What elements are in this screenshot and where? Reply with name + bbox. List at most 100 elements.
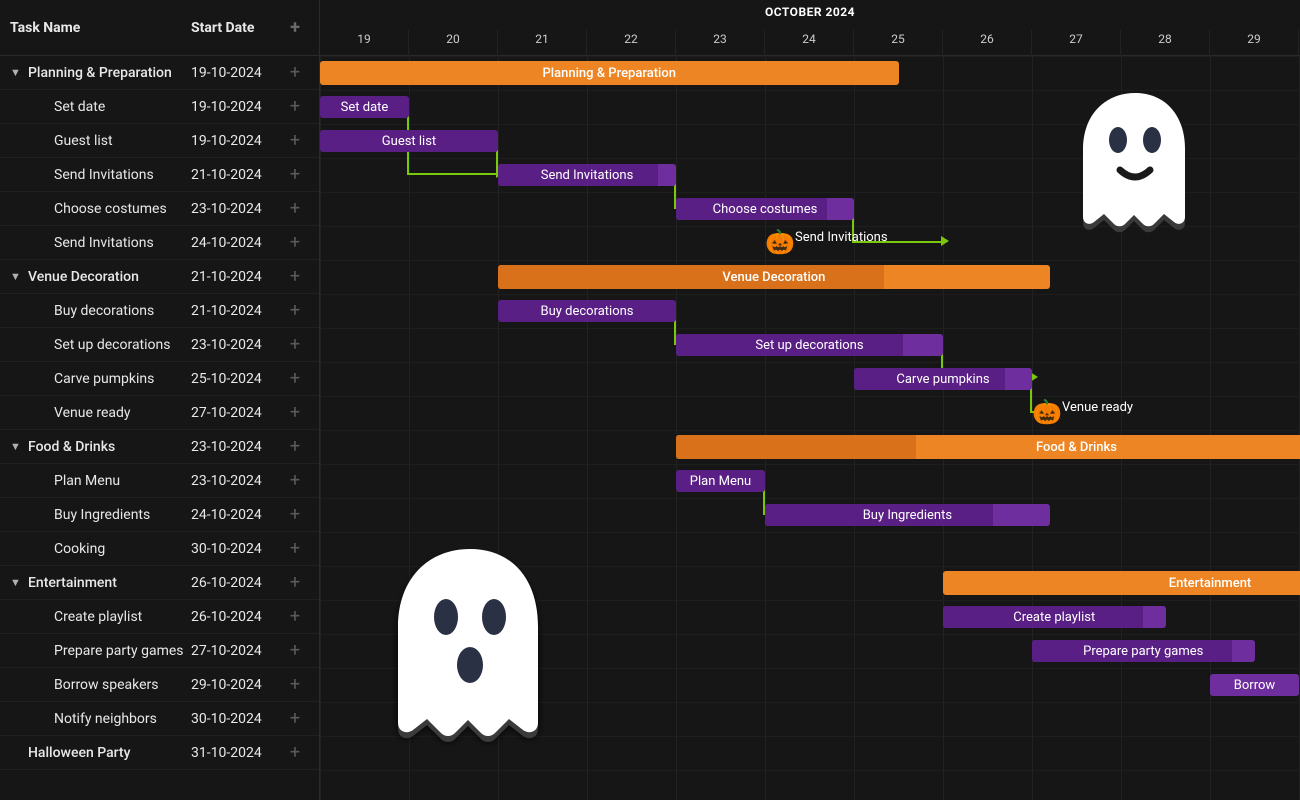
task-name[interactable]: Set up decorations [54,337,191,353]
task-row[interactable]: ▼ Planning & Preparation19-10-2024+ [0,56,319,90]
task-name[interactable]: Buy Ingredients [54,507,191,523]
add-task-button[interactable]: + [281,402,309,423]
add-task-button[interactable]: + [281,708,309,729]
day-header-cell[interactable]: 24 [765,30,854,56]
task-row[interactable]: Set date19-10-2024+ [0,90,319,124]
task-row[interactable]: Choose costumes23-10-2024+ [0,192,319,226]
task-start-date[interactable]: 23-10-2024 [191,439,281,455]
task-row[interactable]: ▼ Food & Drinks23-10-2024+ [0,430,319,464]
gantt-task-bar[interactable]: Set date [320,96,409,118]
task-row[interactable]: Send Invitations24-10-2024+ [0,226,319,260]
task-name[interactable]: Prepare party games [54,643,191,659]
task-name[interactable]: Entertainment [28,575,191,591]
task-name[interactable]: Planning & Preparation [28,65,191,81]
column-header-task[interactable]: Task Name [10,20,191,36]
add-task-button[interactable]: + [281,96,309,117]
add-task-button[interactable]: + [281,198,309,219]
add-task-button[interactable]: + [281,606,309,627]
add-task-button[interactable]: + [281,674,309,695]
task-start-date[interactable]: 24-10-2024 [191,235,281,251]
expand-toggle-icon[interactable]: ▼ [10,66,24,79]
task-name[interactable]: Borrow speakers [54,677,191,693]
task-row[interactable]: Cooking30-10-2024+ [0,532,319,566]
task-name[interactable]: Carve pumpkins [54,371,191,387]
gantt-task-bar[interactable]: Carve pumpkins [854,368,1032,390]
task-name[interactable]: Notify neighbors [54,711,191,727]
task-start-date[interactable]: 27-10-2024 [191,643,281,659]
task-start-date[interactable]: 21-10-2024 [191,303,281,319]
day-header-cell[interactable]: 29 [1210,30,1299,56]
task-name[interactable]: Cooking [54,541,191,557]
task-row[interactable]: Venue ready27-10-2024+ [0,396,319,430]
task-start-date[interactable]: 25-10-2024 [191,371,281,387]
day-header-cell[interactable]: 27 [1032,30,1121,56]
task-start-date[interactable]: 19-10-2024 [191,99,281,115]
gantt-task-bar[interactable]: Create playlist [943,606,1166,628]
add-task-button[interactable]: + [281,232,309,253]
task-name[interactable]: Buy decorations [54,303,191,319]
task-start-date[interactable]: 21-10-2024 [191,269,281,285]
day-header-cell[interactable]: 26 [943,30,1032,56]
task-row[interactable]: Set up decorations23-10-2024+ [0,328,319,362]
day-header-cell[interactable]: 25 [854,30,943,56]
add-task-button[interactable]: + [281,470,309,491]
add-task-button[interactable]: + [281,368,309,389]
day-header-cell[interactable]: 21 [498,30,587,56]
task-row[interactable]: Notify neighbors30-10-2024+ [0,702,319,736]
task-row[interactable]: Buy decorations21-10-2024+ [0,294,319,328]
gantt-group-bar[interactable]: Entertainment [943,571,1300,595]
milestone-pumpkin-icon[interactable]: 🎃 [1032,398,1062,426]
day-header-cell[interactable]: 22 [587,30,676,56]
expand-toggle-icon[interactable]: ▼ [10,270,24,283]
task-start-date[interactable]: 31-10-2024 [191,745,281,761]
task-name[interactable]: Send Invitations [54,167,191,183]
task-start-date[interactable]: 30-10-2024 [191,711,281,727]
task-name[interactable]: Guest list [54,133,191,149]
task-start-date[interactable]: 27-10-2024 [191,405,281,421]
task-name[interactable]: Halloween Party [28,745,191,761]
add-task-button[interactable]: + [281,164,309,185]
gantt-task-bar[interactable]: Buy decorations [498,300,676,322]
task-start-date[interactable]: 23-10-2024 [191,201,281,217]
task-row[interactable]: Halloween Party31-10-2024+ [0,736,319,770]
gantt-task-bar[interactable]: Buy Ingredients [765,504,1050,526]
day-header-cell[interactable]: 20 [409,30,498,56]
task-name[interactable]: Food & Drinks [28,439,191,455]
task-row[interactable]: Create playlist26-10-2024+ [0,600,319,634]
task-start-date[interactable]: 23-10-2024 [191,473,281,489]
add-task-button[interactable]: + [281,130,309,151]
task-start-date[interactable]: 23-10-2024 [191,337,281,353]
add-task-button[interactable]: + [281,572,309,593]
task-name[interactable]: Set date [54,99,191,115]
add-task-button[interactable]: + [281,436,309,457]
task-name[interactable]: Venue ready [54,405,191,421]
gantt-task-bar[interactable]: Guest list [320,130,498,152]
day-header-cell[interactable]: 19 [320,30,409,56]
task-row[interactable]: Prepare party games27-10-2024+ [0,634,319,668]
add-task-button[interactable]: + [281,300,309,321]
gantt-task-bar[interactable]: Borrow [1210,674,1299,696]
add-task-button[interactable]: + [281,62,309,83]
task-row[interactable]: ▼Venue Decoration21-10-2024+ [0,260,319,294]
gantt-group-bar[interactable]: Planning & Preparation [320,61,899,85]
task-row[interactable]: Guest list19-10-2024+ [0,124,319,158]
gantt-group-bar[interactable]: Venue Decoration [498,265,1050,289]
expand-toggle-icon[interactable]: ▼ [10,576,24,589]
day-header-cell[interactable]: 23 [676,30,765,56]
gantt-group-bar[interactable]: Food & Drinks [676,435,1300,459]
add-task-button[interactable]: + [281,640,309,661]
task-row[interactable]: Buy Ingredients24-10-2024+ [0,498,319,532]
add-column-button[interactable]: + [281,17,309,38]
milestone-pumpkin-icon[interactable]: 🎃 [765,228,795,256]
add-task-button[interactable]: + [281,742,309,763]
add-task-button[interactable]: + [281,334,309,355]
gantt-task-bar[interactable]: Set up decorations [676,334,943,356]
task-start-date[interactable]: 26-10-2024 [191,575,281,591]
task-start-date[interactable]: 24-10-2024 [191,507,281,523]
task-row[interactable]: Carve pumpkins25-10-2024+ [0,362,319,396]
task-name[interactable]: Send Invitations [54,235,191,251]
expand-toggle-icon[interactable]: ▼ [10,440,24,453]
add-task-button[interactable]: + [281,266,309,287]
add-task-button[interactable]: + [281,538,309,559]
task-start-date[interactable]: 19-10-2024 [191,65,281,81]
